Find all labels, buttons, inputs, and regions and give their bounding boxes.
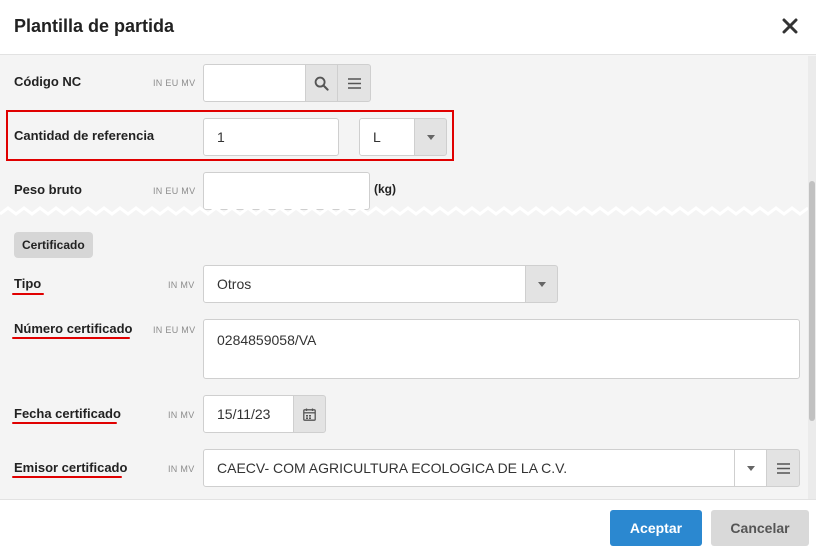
emisor-dropdown-button[interactable] — [734, 449, 767, 487]
scroll-thumb[interactable] — [809, 181, 815, 421]
chevron-down-icon — [537, 281, 546, 287]
fecha-certificado-tags: IN MV — [168, 410, 195, 420]
peso-bruto-unit: (kg) — [374, 182, 396, 196]
search-button[interactable] — [305, 64, 338, 102]
emisor-certificado-tags: IN MV — [168, 464, 195, 474]
section-divider — [0, 206, 808, 216]
numero-certificado-tags: IN EU MV — [153, 325, 196, 335]
tipo-dropdown-button[interactable] — [525, 265, 558, 303]
cancel-button[interactable]: Cancelar — [711, 510, 809, 546]
numero-certificado-label: Número certificado — [14, 321, 133, 336]
plantilla-dialog: Plantilla de partida Código NC IN EU MV … — [0, 0, 816, 551]
menu-icon — [776, 462, 790, 474]
codigo-nc-tags: IN EU MV — [153, 78, 196, 88]
accept-button[interactable]: Aceptar — [610, 510, 702, 546]
unit-dropdown-button[interactable] — [414, 118, 447, 156]
menu-icon — [347, 77, 361, 89]
fecha-certificado-input[interactable]: 15/11/23 — [203, 395, 295, 433]
codigo-nc-list-button[interactable] — [337, 64, 371, 102]
codigo-nc-label: Código NC — [14, 74, 82, 89]
scrollbar[interactable] — [808, 56, 816, 499]
dialog-footer: Aceptar Cancelar — [0, 499, 816, 551]
fecha-certificado-label: Fecha certificado — [14, 406, 121, 421]
emisor-certificado-input[interactable]: CAECV- COM AGRICULTURA ECOLOGICA DE LA C… — [203, 449, 736, 487]
calendar-button[interactable] — [293, 395, 326, 433]
fecha-certificado-underline — [12, 422, 117, 424]
cantidad-referencia-label: Cantidad de referencia — [14, 128, 155, 143]
tipo-select[interactable]: Otros — [203, 265, 527, 303]
peso-bruto-label: Peso bruto — [14, 182, 82, 197]
codigo-nc-input[interactable] — [203, 64, 307, 102]
chevron-down-icon — [746, 465, 755, 471]
dialog-body: Código NC IN EU MV Cantidad de referenci… — [0, 56, 808, 499]
close-icon[interactable] — [778, 14, 802, 38]
numero-certificado-underline — [12, 337, 130, 339]
emisor-list-button[interactable] — [766, 449, 800, 487]
tipo-tags: IN MV — [168, 280, 195, 290]
tipo-label: Tipo — [14, 276, 42, 291]
unit-select[interactable]: L — [359, 118, 415, 156]
calendar-icon — [303, 408, 316, 421]
emisor-certificado-underline — [12, 476, 122, 478]
peso-bruto-tags: IN EU MV — [153, 186, 196, 196]
numero-certificado-textarea[interactable]: 0284859058/VA — [203, 319, 800, 379]
chevron-down-icon — [426, 134, 435, 140]
dialog-title: Plantilla de partida — [14, 16, 175, 36]
dialog-header: Plantilla de partida — [0, 0, 816, 55]
certificado-section-badge: Certificado — [14, 232, 93, 258]
tipo-underline — [12, 293, 44, 295]
cantidad-referencia-input[interactable]: 1 — [203, 118, 339, 156]
emisor-certificado-label: Emisor certificado — [14, 460, 128, 475]
search-icon — [314, 76, 329, 91]
